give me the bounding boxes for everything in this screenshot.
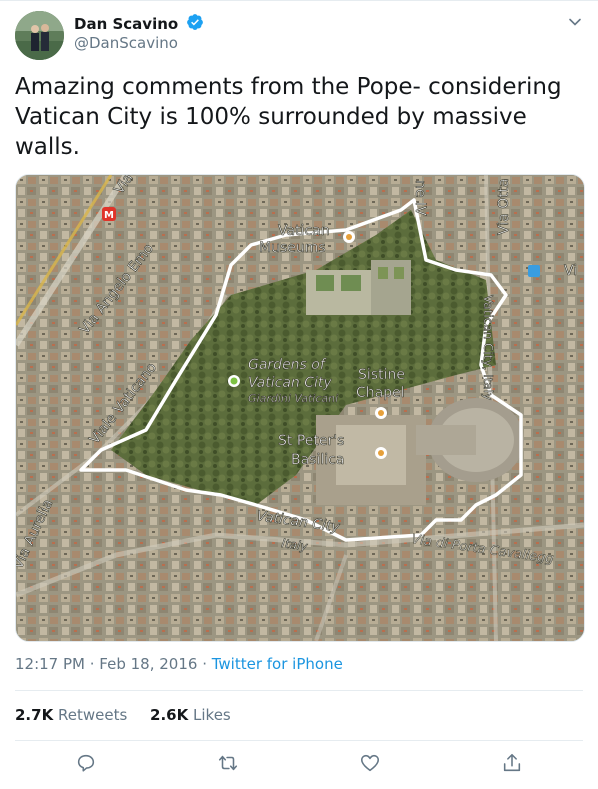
map-label-vi: Vi — [564, 263, 577, 279]
tweet-media-map[interactable]: M Vatican Museums Gardens of Vatican Cit… — [15, 174, 585, 642]
tweet-actions — [0, 752, 598, 778]
retweets-label: Retweets — [57, 706, 128, 724]
stats-divider-top — [15, 690, 583, 691]
reply-icon[interactable] — [75, 752, 97, 774]
author-name[interactable]: Dan Scavino — [74, 13, 204, 35]
metro-marker: M — [104, 210, 114, 221]
meta-separator-1: · — [84, 655, 100, 673]
tweet-time[interactable]: 12:17 PM — [15, 655, 85, 673]
map-label-gardens-1: Gardens of — [248, 357, 327, 373]
retweets-count: 2.7K — [15, 706, 54, 724]
tweet-date[interactable]: Feb 18, 2016 — [99, 655, 197, 673]
map-label-sistine-1: Sistine — [358, 367, 405, 383]
map-label-via-otto: Via Otta — [496, 178, 512, 235]
map-label-sistine-2: Chapel — [356, 385, 405, 401]
chevron-down-icon[interactable] — [568, 14, 582, 28]
tweet-text: Amazing comments from the Pope- consider… — [15, 74, 562, 160]
tweet-stats: 2.7K Retweets 2.6K Likes — [15, 706, 249, 724]
share-icon[interactable] — [501, 752, 523, 774]
map-label-vatican-museums-2: Museums — [259, 240, 326, 256]
vatican-map-image: M Vatican Museums Gardens of Vatican Cit… — [16, 175, 584, 641]
map-label-ne-iv: ne IV — [412, 180, 428, 216]
tweet-meta: 12:17 PM · Feb 18, 2016 · Twitter for iP… — [15, 655, 343, 673]
retweets-stat[interactable]: 2.7K Retweets — [15, 706, 127, 724]
author-name-text[interactable]: Dan Scavino — [74, 15, 178, 33]
likes-count: 2.6K — [150, 706, 189, 724]
map-label-st-peters-2: Basilica — [291, 452, 344, 468]
retweet-icon[interactable] — [217, 752, 239, 774]
likes-label: Likes — [193, 706, 231, 724]
map-label-gardens-2: Vatican City — [248, 375, 332, 391]
author-handle[interactable]: @DanScavino — [74, 34, 178, 52]
tweet-source-link[interactable]: Twitter for iPhone — [212, 655, 343, 673]
map-label-vatican-museums-1: Vatican — [278, 223, 330, 239]
avatar-image — [15, 11, 64, 60]
map-label-gardens-3: Giardini Vaticani — [248, 392, 338, 405]
stats-divider-bottom — [15, 740, 583, 741]
verified-badge-icon — [186, 13, 204, 35]
avatar[interactable] — [15, 11, 64, 60]
map-label-st-peters-1: St Peter's — [278, 433, 344, 449]
top-divider — [0, 0, 598, 1]
map-label-vatican-city-italy: Vatican City, Italy — [481, 295, 495, 400]
heart-icon[interactable] — [359, 752, 381, 774]
meta-separator-2: · — [197, 655, 212, 673]
likes-stat[interactable]: 2.6K Likes — [150, 706, 231, 724]
